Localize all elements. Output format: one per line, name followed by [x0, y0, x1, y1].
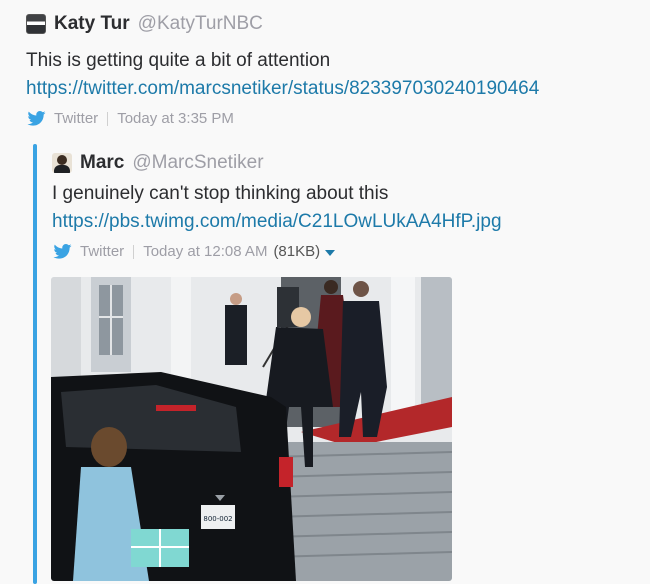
- author-handle[interactable]: @KatyTurNBC: [138, 13, 263, 35]
- source-label[interactable]: Twitter: [54, 110, 98, 127]
- timestamp[interactable]: Today at 12:08 AM: [143, 243, 267, 260]
- source-label[interactable]: Twitter: [80, 243, 124, 260]
- twitter-bird-icon: [53, 244, 72, 259]
- photo-scene: 800-002: [51, 277, 452, 581]
- quoted-text: I genuinely can't stop thinking about th…: [52, 183, 389, 204]
- quoted-meta: Twitter Today at 12:08 AM (81KB): [53, 243, 336, 260]
- tweet-header: Katy Tur @KatyTurNBC: [26, 13, 263, 35]
- quoted-author-handle[interactable]: @MarcSnetiker: [132, 152, 263, 174]
- twitter-bird-icon: [27, 111, 46, 126]
- attached-photo[interactable]: 800-002: [51, 277, 452, 581]
- avatar[interactable]: [26, 14, 46, 34]
- quoted-author-name[interactable]: Marc: [80, 152, 124, 174]
- quoted-link[interactable]: https://pbs.twimg.com/media/C21LOwLUkAA4…: [52, 211, 502, 233]
- divider: [133, 244, 135, 259]
- avatar[interactable]: [52, 153, 72, 173]
- quoted-header: Marc @MarcSnetiker: [52, 152, 264, 174]
- license-plate: 800-002: [203, 515, 232, 523]
- tweet-text: This is getting quite a bit of attention: [26, 50, 331, 71]
- quote-bar: [33, 144, 37, 584]
- timestamp[interactable]: Today at 3:35 PM: [117, 110, 234, 127]
- file-size: (81KB): [273, 243, 321, 260]
- tweet-meta: Twitter Today at 3:35 PM: [27, 110, 234, 127]
- tweet-link[interactable]: https://twitter.com/marcsnetiker/status/…: [26, 78, 539, 100]
- author-name[interactable]: Katy Tur: [54, 13, 130, 35]
- divider: [107, 111, 109, 126]
- caret-down-icon[interactable]: [325, 249, 336, 256]
